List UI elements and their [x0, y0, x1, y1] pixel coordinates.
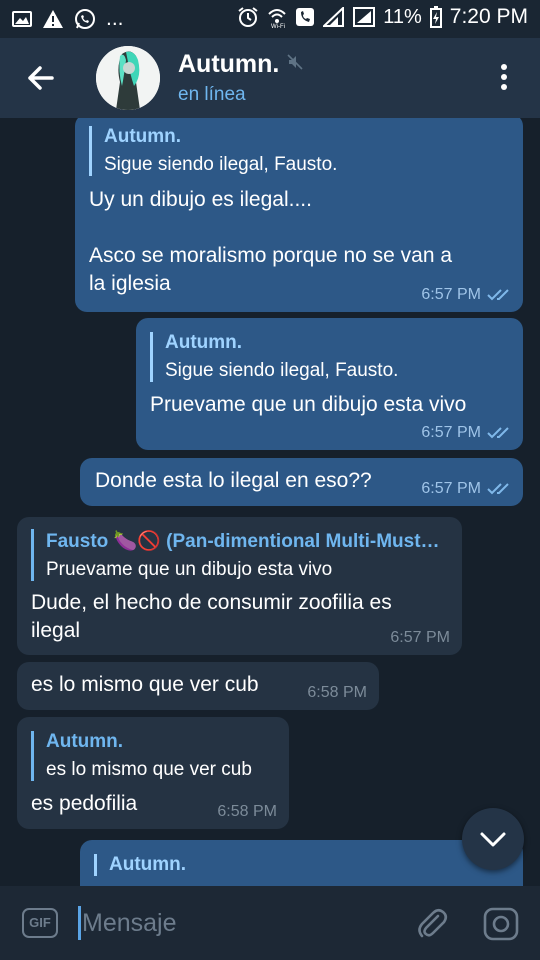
message-meta: 6:58 PM	[307, 684, 367, 702]
chevron-down-icon	[480, 832, 506, 847]
incoming-message[interactable]: es lo mismo que ver cub 6:58 PM	[17, 662, 379, 710]
signal-icon	[323, 7, 345, 27]
scroll-to-bottom-button[interactable]	[462, 808, 524, 870]
camera-button[interactable]	[482, 906, 520, 942]
quote-text: es lo mismo que ver cub	[46, 759, 252, 780]
chat-header: Autumn. en línea	[0, 38, 540, 118]
avatar[interactable]	[96, 46, 160, 110]
message-text: Pruevame que un dibujo esta vivo	[150, 393, 467, 416]
battery-charging-icon	[429, 6, 442, 28]
image-icon	[12, 11, 32, 27]
status-bar-left: ...	[12, 7, 124, 31]
message-time: 6:57 PM	[421, 286, 481, 303]
message-text: Uy un dibujo es ilegal.... Asco se moral…	[89, 188, 453, 295]
message-time: 6:58 PM	[217, 803, 277, 820]
phone-icon	[296, 8, 315, 26]
muted-speaker-icon	[287, 54, 303, 70]
message-time: 6:58 PM	[307, 684, 367, 701]
double-check-read-icon	[487, 483, 509, 495]
status-more-text: ...	[106, 7, 124, 30]
quote-text: Pruevame que un dibujo esta vivo	[46, 559, 333, 580]
message-input[interactable]	[82, 906, 402, 940]
whatsapp-icon	[75, 9, 95, 29]
back-button[interactable]	[22, 60, 62, 96]
battery-percent: 11%	[383, 5, 422, 28]
quote-text: Sigue siendo ilegal, Fausto.	[104, 154, 338, 175]
reply-quote[interactable]: Autumn. es lo mismo que ver cub	[31, 731, 252, 781]
status-bar: ... Wi-Fi 11% 7:20 PM	[0, 0, 540, 38]
message-text: es pedofilia	[31, 792, 138, 815]
status-bar-right: Wi-Fi 11% 7:20 PM	[237, 5, 528, 29]
more-dot	[501, 84, 507, 90]
quote-author: Autumn.	[104, 126, 182, 147]
avatar-character-image	[96, 46, 160, 110]
message-list[interactable]: Autumn. Sigue siendo ilegal, Fausto. Uy …	[0, 118, 540, 886]
double-check-read-icon	[487, 427, 509, 439]
paperclip-icon	[418, 908, 448, 938]
double-check-read-icon	[487, 289, 509, 301]
reply-quote[interactable]: Fausto 🍆🚫 (Pan-dimentional Multi-Must… P…	[31, 529, 441, 581]
camera-icon	[483, 907, 519, 941]
online-status: en línea	[178, 84, 246, 105]
gif-button[interactable]: GIF	[22, 908, 58, 938]
status-time: 7:20 PM	[449, 5, 528, 28]
svg-text:Wi-Fi: Wi-Fi	[271, 24, 285, 28]
quote-author: Autumn.	[109, 854, 187, 875]
telegram-chat-screen: ... Wi-Fi 11% 7:20 PM Autumn. en línea A…	[0, 0, 540, 960]
more-dot	[501, 64, 507, 70]
message-meta: 6:57 PM	[421, 286, 513, 304]
reply-quote[interactable]: Autumn. Sigue siendo ilegal, Fausto.	[89, 126, 337, 176]
chat-title[interactable]: Autumn.	[178, 50, 279, 79]
signal-icon-secondary	[353, 7, 376, 27]
outgoing-message[interactable]: Autumn. Sigue siendo ilegal, Fausto. Pru…	[136, 318, 523, 450]
reply-quote[interactable]: Autumn.	[94, 854, 186, 876]
message-time: 6:57 PM	[390, 629, 450, 646]
reply-quote[interactable]: Autumn. Sigue siendo ilegal, Fausto.	[150, 332, 398, 382]
warning-icon	[43, 10, 63, 28]
outgoing-message[interactable]: Donde esta lo ilegal en eso?? 6:57 PM	[80, 458, 523, 506]
quote-author: Fausto 🍆🚫 (Pan-dimentional Multi-Must…	[46, 531, 440, 552]
message-meta: 6:57 PM	[421, 480, 513, 498]
quote-text: Sigue siendo ilegal, Fausto.	[165, 360, 399, 381]
message-time: 6:57 PM	[421, 424, 481, 441]
message-meta: 6:57 PM	[390, 629, 450, 647]
attach-button[interactable]	[414, 906, 450, 942]
message-input-bar: GIF	[0, 886, 540, 960]
message-text: es lo mismo que ver cub	[31, 673, 259, 696]
outgoing-message[interactable]: Autumn.	[80, 840, 523, 886]
more-options-button[interactable]	[494, 64, 514, 94]
incoming-message[interactable]: Autumn. es lo mismo que ver cub es pedof…	[17, 717, 289, 829]
alarm-icon	[238, 7, 258, 27]
message-time: 6:57 PM	[421, 480, 481, 497]
text-cursor	[78, 906, 81, 940]
outgoing-message[interactable]: Autumn. Sigue siendo ilegal, Fausto. Uy …	[75, 118, 523, 312]
quote-author: Autumn.	[165, 332, 243, 353]
more-dot	[501, 74, 507, 80]
message-text: Donde esta lo ilegal en eso??	[95, 469, 372, 492]
incoming-message[interactable]: Fausto 🍆🚫 (Pan-dimentional Multi-Must… P…	[17, 517, 462, 655]
message-meta: 6:57 PM	[421, 424, 513, 442]
quote-author: Autumn.	[46, 731, 124, 752]
message-text: Dude, el hecho de consumir zoofilia es i…	[31, 591, 392, 642]
wifi-calling-icon: Wi-Fi	[268, 9, 286, 28]
message-meta: 6:58 PM	[217, 803, 277, 821]
back-arrow-icon	[28, 66, 54, 90]
